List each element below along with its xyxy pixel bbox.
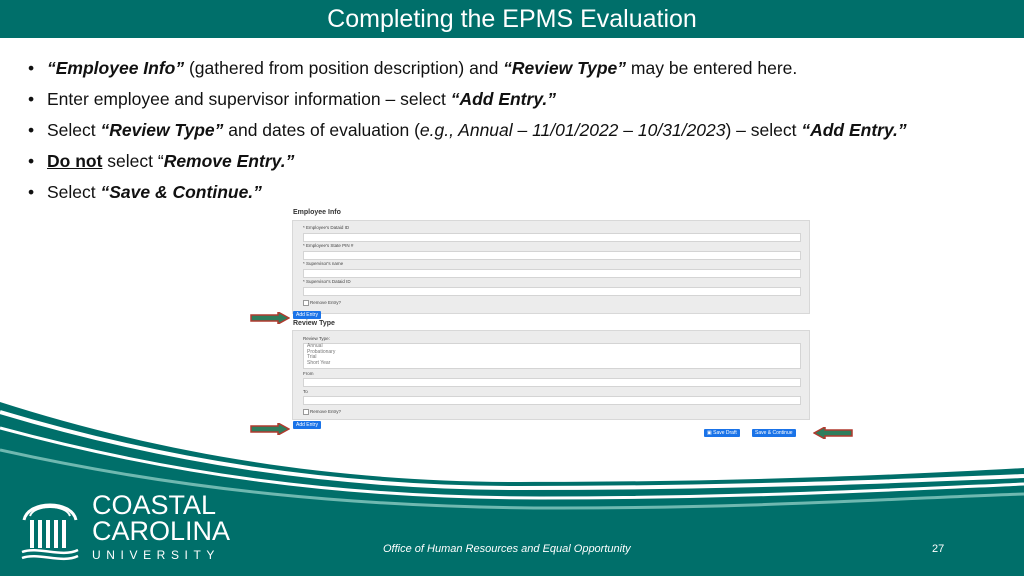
bullet-save-continue: Select “Save & Continue.” xyxy=(28,178,1008,209)
logo-university: UNIVERSITY xyxy=(92,548,221,562)
save-continue-term: “Save & Continue.” xyxy=(100,182,262,202)
employee-state-pin-label: * Employee's State PIN # xyxy=(303,243,354,248)
slide-title: Completing the EPMS Evaluation xyxy=(0,0,1024,38)
bullet-text: Select xyxy=(47,182,101,202)
bullet-text: Enter employee and supervisor informatio… xyxy=(47,89,451,109)
employee-info-term: “Employee Info” xyxy=(47,58,185,78)
review-type-listbox[interactable]: Annual Probationary Trial Short Year xyxy=(303,343,801,369)
bullet-text: ) – select xyxy=(725,120,802,140)
remove-entry-checkbox[interactable] xyxy=(303,300,309,306)
bullet-employee-info: “Employee Info” (gathered from position … xyxy=(28,54,1008,85)
example-dates: e.g., Annual – 11/01/2022 – 10/31/2023 xyxy=(419,120,726,140)
bullet-enter-info: Enter employee and supervisor informatio… xyxy=(28,85,1008,116)
employee-info-panel: * Employee's Dataid ID * Employee's Stat… xyxy=(292,220,810,314)
bullet-select-review-type: Select “Review Type” and dates of evalua… xyxy=(28,116,1008,147)
review-type-heading: Review Type xyxy=(293,320,335,327)
bullet-text: and dates of evaluation ( xyxy=(223,120,420,140)
remove-entry-label: Remove Entry? xyxy=(310,300,342,305)
footer-office-name: Office of Human Resources and Equal Oppo… xyxy=(383,543,631,555)
add-entry-term: “Add Entry.” xyxy=(801,120,907,140)
supervisor-name-label: * Supervisor's name xyxy=(303,261,344,266)
bullet-text: may be entered here. xyxy=(626,58,798,78)
from-date-input[interactable] xyxy=(303,378,801,387)
from-label: From xyxy=(303,371,314,376)
logo-coastal: COASTAL xyxy=(92,490,217,520)
do-not-text: Do not xyxy=(47,151,103,171)
bullet-do-not-remove: Do not select “Remove Entry.” xyxy=(28,147,1008,178)
add-entry-term: “Add Entry.” xyxy=(450,89,557,109)
supervisor-name-input[interactable] xyxy=(303,269,801,278)
supervisor-dataid-input[interactable] xyxy=(303,287,801,296)
employee-info-heading: Employee Info xyxy=(293,209,341,216)
supervisor-dataid-label: * Supervisor's Dataid ID xyxy=(303,279,351,284)
review-option[interactable]: Short Year xyxy=(304,360,800,367)
review-type-term: “Review Type” xyxy=(100,120,224,140)
page-number: 27 xyxy=(932,543,945,555)
employee-dataid-label: * Employee's Dataid ID xyxy=(303,225,350,230)
employee-state-pin-input[interactable] xyxy=(303,251,801,260)
bullet-text: select “ xyxy=(102,151,164,171)
logo-carolina: CAROLINA xyxy=(92,516,231,546)
bullet-text: Select xyxy=(47,120,101,140)
employee-dataid-input[interactable] xyxy=(303,233,801,242)
remove-entry-term: Remove Entry.” xyxy=(163,151,295,171)
bullet-list: “Employee Info” (gathered from position … xyxy=(28,54,1008,209)
university-logo: COASTAL CAROLINA UNIVERSITY xyxy=(18,490,231,566)
arrow-right-icon xyxy=(250,312,290,324)
add-entry-button[interactable]: Add Entry xyxy=(293,311,321,319)
review-type-label: Review Type: xyxy=(303,336,330,341)
chanticleer-seal-icon xyxy=(21,503,79,561)
review-type-term: “Review Type” xyxy=(503,58,627,78)
bullet-text: (gathered from position description) and xyxy=(184,58,504,78)
